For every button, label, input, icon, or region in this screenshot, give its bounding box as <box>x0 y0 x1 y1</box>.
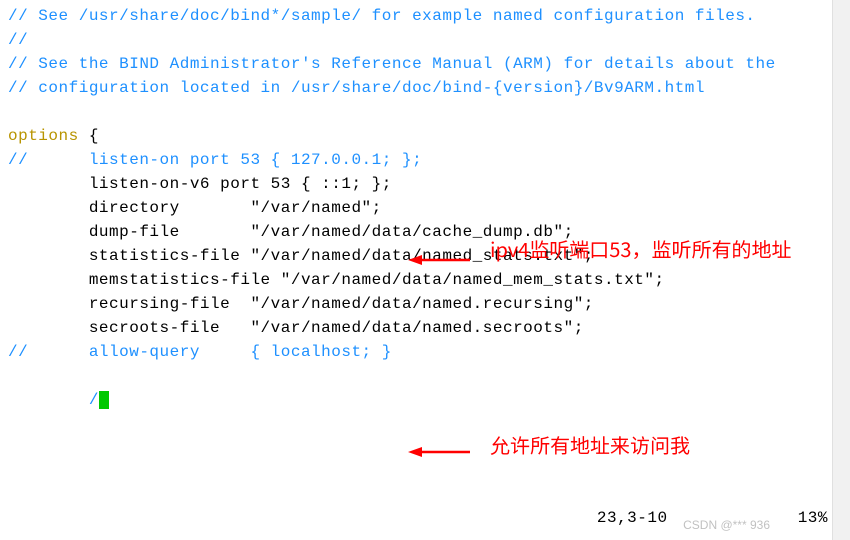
comment-slashes: // <box>8 343 28 361</box>
cursor <box>99 391 109 409</box>
comment-line: // <box>8 31 28 49</box>
annotation-allow-query: 允许所有地址来访问我 <box>490 432 830 458</box>
scrollbar[interactable] <box>832 0 850 540</box>
arrow-left-icon <box>408 253 470 267</box>
allow-query-line: allow-query { localhost; } <box>28 343 392 361</box>
comment-line: // configuration located in /usr/share/d… <box>8 79 705 97</box>
arrow-left-icon <box>408 445 470 459</box>
secroots-file-line: secroots-file "/var/named/data/named.sec… <box>8 319 584 337</box>
listen-on-line: listen-on port 53 { 127.0.0.1; }; <box>28 151 422 169</box>
annotation-ipv4: ipv4监听端口53，监听所有的地址 <box>490 236 830 262</box>
arrow-annotation-2 <box>408 440 470 464</box>
arrow-annotation-1 <box>408 248 470 272</box>
listen-on-v6-line: listen-on-v6 port 53 { ::1; }; <box>8 175 392 193</box>
brace-open: { <box>79 127 99 145</box>
cursor-position: 23,3-10 <box>597 509 668 527</box>
recursing-file-line: recursing-file "/var/named/data/named.re… <box>8 295 594 313</box>
directory-line: directory "/var/named"; <box>8 199 382 217</box>
scroll-percent: 13% <box>798 509 828 527</box>
memstatistics-file-line: memstatistics-file "/var/named/data/name… <box>8 271 665 289</box>
comment-slashes: // <box>8 151 28 169</box>
comment-line: // See /usr/share/doc/bind*/sample/ for … <box>8 7 756 25</box>
comment-line: // See the BIND Administrator's Referenc… <box>8 55 776 73</box>
keyword-options: options <box>8 127 79 145</box>
comment-block-start: / <box>8 391 99 409</box>
dump-file-line: dump-file "/var/named/data/cache_dump.db… <box>8 223 574 241</box>
watermark-text: CSDN @*** 936 <box>683 516 770 534</box>
code-block: // See /usr/share/doc/bind*/sample/ for … <box>8 4 842 412</box>
